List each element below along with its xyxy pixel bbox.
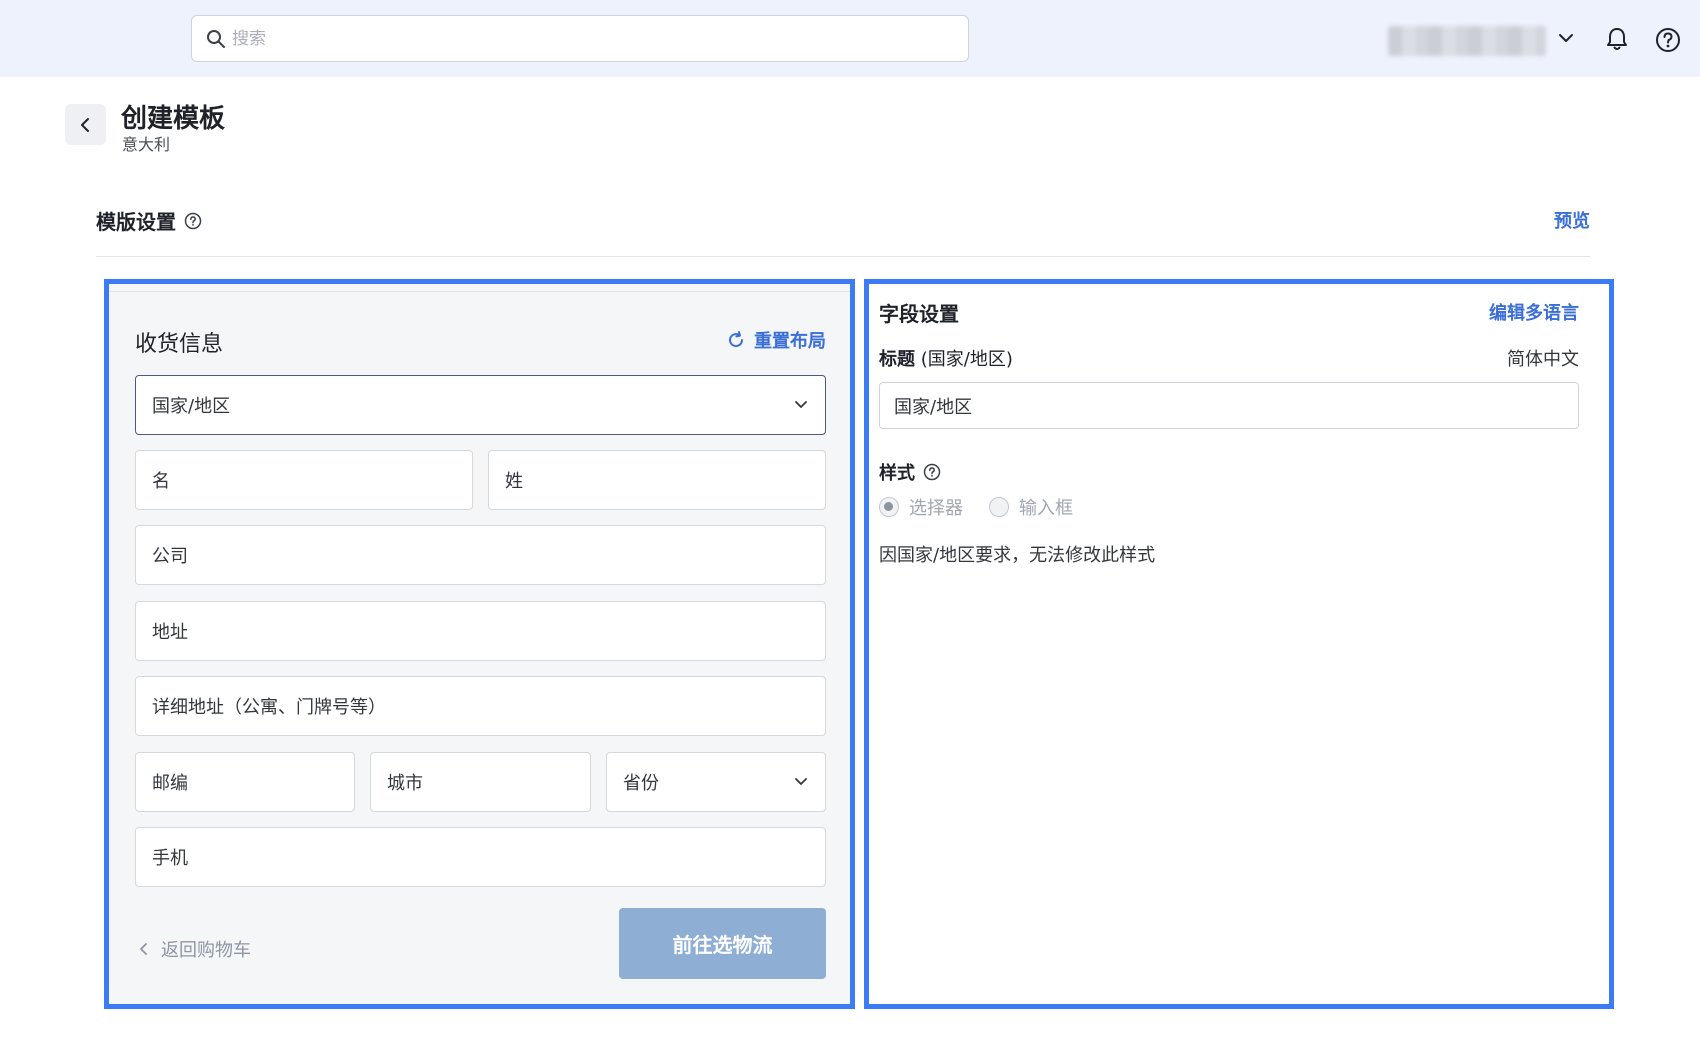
phone-label: 手机 (152, 848, 188, 869)
country-select[interactable]: 国家/地区 (135, 375, 826, 435)
language-label: 简体中文 (1507, 349, 1579, 370)
radio-checked-icon (879, 497, 899, 517)
province-select[interactable]: 省份 (606, 752, 826, 812)
preview-link[interactable]: 预览 (1554, 207, 1590, 233)
style-option-label: 输入框 (1019, 498, 1073, 519)
address-field[interactable]: 地址 (135, 601, 826, 661)
divider (96, 256, 1590, 257)
field-title-label: 标题 (国家/地区) (879, 345, 1013, 371)
address-label: 地址 (152, 622, 188, 643)
company-label: 公司 (152, 546, 188, 567)
search-box[interactable] (191, 15, 969, 62)
divider (109, 291, 850, 292)
radio-unchecked-icon (989, 497, 1009, 517)
reset-layout-label: 重置布局 (754, 331, 826, 352)
user-account-name[interactable] (1388, 26, 1546, 56)
help-icon[interactable] (184, 212, 202, 230)
city-label: 城市 (387, 773, 423, 794)
address-detail-label: 详细地址（公寓、门牌号等） (152, 697, 386, 718)
country-select-label: 国家/地区 (152, 396, 231, 417)
page-title: 创建模板 (121, 104, 226, 134)
reset-layout-button[interactable]: 重置布局 (726, 327, 826, 353)
refresh-icon (729, 331, 744, 348)
city-field[interactable]: 城市 (370, 752, 591, 812)
form-title: 收货信息 (135, 332, 224, 357)
back-to-cart-label: 返回购物车 (161, 940, 251, 961)
last-name-field[interactable]: 姓 (488, 450, 826, 510)
style-radio-selector[interactable]: 选择器 (879, 494, 963, 520)
postcode-label: 邮编 (152, 773, 188, 794)
field-title-suffix: (国家/地区) (920, 349, 1013, 370)
help-icon[interactable] (1654, 26, 1682, 54)
style-note: 因国家/地区要求，无法修改此样式 (879, 545, 1156, 566)
province-label: 省份 (623, 773, 659, 794)
chevron-down-icon (795, 401, 807, 408)
style-option-label: 选择器 (909, 498, 963, 519)
page-subtitle: 意大利 (122, 135, 171, 154)
shipping-form-panel: 收货信息 重置布局 国家/地区 名 姓 公司 地址 详细地址（公寓、门牌号等） … (104, 279, 855, 1009)
field-settings-title: 字段设置 (879, 302, 959, 326)
section-title: 模版设置 (96, 206, 202, 235)
postcode-field[interactable]: 邮编 (135, 752, 355, 812)
field-title-input[interactable] (879, 382, 1579, 429)
address-detail-field[interactable]: 详细地址（公寓、门牌号等） (135, 676, 826, 736)
edit-languages-link[interactable]: 编辑多语言 (1489, 299, 1579, 325)
field-title-prefix: 标题 (879, 349, 915, 370)
first-name-label: 名 (152, 471, 170, 492)
company-field[interactable]: 公司 (135, 525, 826, 585)
chevron-down-icon (795, 778, 807, 785)
bell-icon[interactable] (1603, 25, 1631, 53)
search-input[interactable] (232, 28, 932, 49)
style-label-text: 样式 (879, 463, 915, 484)
chevron-down-icon[interactable] (1556, 28, 1576, 48)
phone-field[interactable]: 手机 (135, 827, 826, 887)
section-title-label: 模版设置 (96, 210, 176, 234)
search-icon (207, 29, 225, 48)
first-name-field[interactable]: 名 (135, 450, 473, 510)
back-to-cart-link[interactable]: 返回购物车 (139, 936, 251, 962)
help-icon[interactable] (923, 463, 941, 481)
style-label: 样式 (879, 459, 941, 485)
field-settings-panel: 字段设置 编辑多语言 标题 (国家/地区) 简体中文 样式 选择器 输入框 因国… (864, 279, 1614, 1009)
top-bar (0, 0, 1700, 77)
chevron-left-icon (80, 117, 89, 132)
continue-to-shipping-button[interactable]: 前往选物流 (619, 908, 826, 979)
style-radio-input[interactable]: 输入框 (989, 494, 1073, 520)
style-radio-group: 选择器 输入框 (879, 494, 1099, 520)
back-button[interactable] (65, 104, 106, 145)
last-name-label: 姓 (505, 471, 523, 492)
chevron-left-icon (140, 943, 147, 955)
